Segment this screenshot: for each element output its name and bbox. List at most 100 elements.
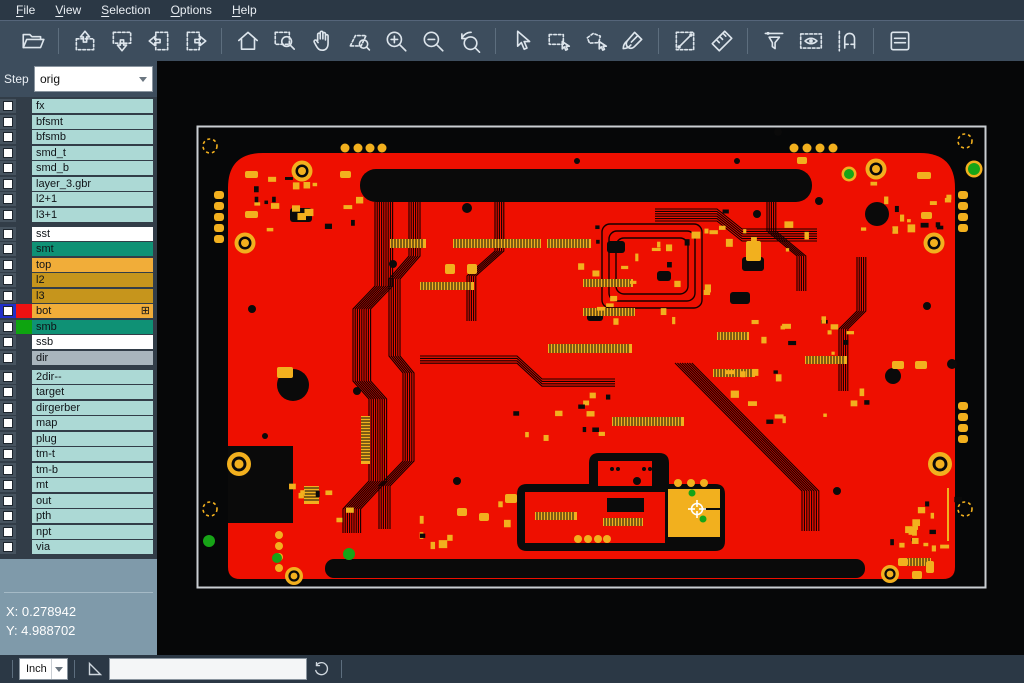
- layer-name[interactable]: l2+1: [32, 192, 153, 206]
- layer-visibility-checkbox[interactable]: [0, 540, 16, 554]
- layer-color-swatch[interactable]: [16, 227, 32, 241]
- layer-color-swatch[interactable]: [16, 320, 32, 334]
- layer-name[interactable]: tm-b: [32, 463, 153, 477]
- layer-name[interactable]: dirgerber: [32, 401, 153, 415]
- layer-name[interactable]: mt: [32, 478, 153, 492]
- layer-visibility-checkbox[interactable]: [0, 177, 16, 191]
- layer-name[interactable]: smd_b: [32, 161, 153, 175]
- layer-name[interactable]: via: [32, 540, 153, 554]
- measure-line-button[interactable]: [669, 25, 701, 57]
- layer-name[interactable]: bfsmt: [32, 115, 153, 129]
- zoom-dynamic-button[interactable]: [343, 25, 375, 57]
- layer-color-swatch[interactable]: [16, 385, 32, 399]
- layer-visibility-checkbox[interactable]: [0, 385, 16, 399]
- layer-name[interactable]: bfsmb: [32, 130, 153, 144]
- layer-visibility-checkbox[interactable]: [0, 351, 16, 365]
- grid-icon[interactable]: ⊞: [141, 306, 150, 316]
- layer-visibility-checkbox[interactable]: [0, 401, 16, 415]
- view-options-button[interactable]: [795, 25, 827, 57]
- layer-name[interactable]: dir: [32, 351, 153, 365]
- layer-color-swatch[interactable]: [16, 478, 32, 492]
- layer-color-swatch[interactable]: [16, 161, 32, 175]
- zoom-window-button[interactable]: [269, 25, 301, 57]
- layer-visibility-checkbox[interactable]: [0, 525, 16, 539]
- layer-visibility-checkbox[interactable]: [0, 494, 16, 508]
- move-up-button[interactable]: [69, 25, 101, 57]
- layer-name[interactable]: map: [32, 416, 153, 430]
- layer-color-swatch[interactable]: [16, 509, 32, 523]
- layer-color-swatch[interactable]: [16, 494, 32, 508]
- layer-name[interactable]: pth: [32, 509, 153, 523]
- layer-color-swatch[interactable]: [16, 416, 32, 430]
- move-right-button[interactable]: [180, 25, 212, 57]
- layer-name[interactable]: 2dir--: [32, 370, 153, 384]
- command-input[interactable]: [109, 658, 307, 680]
- zoom-out-button[interactable]: [417, 25, 449, 57]
- layer-visibility-checkbox[interactable]: [0, 192, 16, 206]
- layer-visibility-checkbox[interactable]: [0, 335, 16, 349]
- refresh-icon[interactable]: [310, 658, 332, 680]
- layer-color-swatch[interactable]: [16, 177, 32, 191]
- layer-visibility-checkbox[interactable]: [0, 447, 16, 461]
- layer-color-swatch[interactable]: [16, 447, 32, 461]
- layer-visibility-checkbox[interactable]: [0, 130, 16, 144]
- layer-visibility-checkbox[interactable]: [0, 115, 16, 129]
- layer-color-swatch[interactable]: [16, 130, 32, 144]
- zoom-in-button[interactable]: [380, 25, 412, 57]
- layer-name[interactable]: top: [32, 258, 153, 272]
- layer-visibility-checkbox[interactable]: [0, 258, 16, 272]
- layer-color-swatch[interactable]: [16, 525, 32, 539]
- layer-color-swatch[interactable]: [16, 115, 32, 129]
- layer-name[interactable]: tm-t: [32, 447, 153, 461]
- layer-color-swatch[interactable]: [16, 540, 32, 554]
- layer-name[interactable]: npt: [32, 525, 153, 539]
- layer-name[interactable]: smt: [32, 242, 153, 256]
- layer-visibility-checkbox[interactable]: [0, 320, 16, 334]
- layer-visibility-checkbox[interactable]: [0, 242, 16, 256]
- layer-visibility-checkbox[interactable]: [0, 370, 16, 384]
- paint-brush-button[interactable]: [617, 25, 649, 57]
- layer-color-swatch[interactable]: [16, 432, 32, 446]
- layer-color-swatch[interactable]: [16, 273, 32, 287]
- menu-options[interactable]: Options: [161, 1, 222, 20]
- measure-ruler-button[interactable]: [706, 25, 738, 57]
- zoom-previous-button[interactable]: [454, 25, 486, 57]
- layer-color-swatch[interactable]: [16, 192, 32, 206]
- open-folder-button[interactable]: [17, 25, 49, 57]
- layer-name[interactable]: layer_3.gbr: [32, 177, 153, 191]
- layer-visibility-checkbox[interactable]: [0, 146, 16, 160]
- layer-color-swatch[interactable]: [16, 335, 32, 349]
- layer-color-swatch[interactable]: [16, 242, 32, 256]
- select-cursor-button[interactable]: [506, 25, 538, 57]
- layer-visibility-checkbox[interactable]: [0, 161, 16, 175]
- layer-color-swatch[interactable]: [16, 99, 32, 113]
- move-left-button[interactable]: [143, 25, 175, 57]
- layer-name[interactable]: bot⊞: [32, 304, 153, 318]
- layer-visibility-checkbox[interactable]: [0, 99, 16, 113]
- menu-file[interactable]: File: [6, 1, 45, 20]
- select-polygon-button[interactable]: [580, 25, 612, 57]
- layer-color-swatch[interactable]: [16, 208, 32, 222]
- layer-visibility-checkbox[interactable]: [0, 509, 16, 523]
- filter-button[interactable]: [758, 25, 790, 57]
- layer-color-swatch[interactable]: [16, 289, 32, 303]
- layer-visibility-checkbox[interactable]: [0, 463, 16, 477]
- move-down-button[interactable]: [106, 25, 138, 57]
- report-list-button[interactable]: [884, 25, 916, 57]
- layer-color-swatch[interactable]: [16, 351, 32, 365]
- layer-name[interactable]: plug: [32, 432, 153, 446]
- layer-name[interactable]: out: [32, 494, 153, 508]
- layer-name[interactable]: smd_t: [32, 146, 153, 160]
- layer-name[interactable]: target: [32, 385, 153, 399]
- layer-name[interactable]: ssb: [32, 335, 153, 349]
- layer-color-swatch[interactable]: [16, 258, 32, 272]
- pcb-viewport[interactable]: [157, 61, 1024, 655]
- layer-visibility-checkbox[interactable]: [0, 478, 16, 492]
- layer-color-swatch[interactable]: [16, 146, 32, 160]
- layer-visibility-checkbox[interactable]: [0, 432, 16, 446]
- pan-hand-button[interactable]: [306, 25, 338, 57]
- menu-help[interactable]: Help: [222, 1, 267, 20]
- layer-name[interactable]: l2: [32, 273, 153, 287]
- layer-color-swatch[interactable]: [16, 304, 32, 318]
- layer-name[interactable]: fx: [32, 99, 153, 113]
